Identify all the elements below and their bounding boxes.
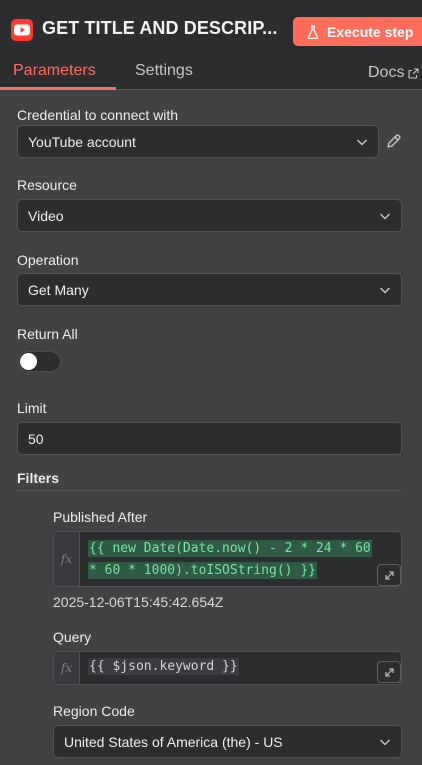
execute-step-label: Execute step — [327, 23, 414, 40]
external-link-icon — [408, 67, 420, 79]
docs-label: Docs — [368, 64, 405, 81]
node-header: GET TITLE AND DESCRIP... Execute step Pa… — [0, 0, 422, 90]
chevron-down-icon — [380, 213, 390, 220]
published-after-result: 2025-12-06T15:45:42.654Z — [53, 594, 224, 610]
expand-icon[interactable] — [377, 661, 401, 683]
published-after-label: Published After — [53, 509, 148, 525]
limit-input[interactable]: 50 — [17, 422, 402, 455]
chevron-down-icon — [357, 139, 367, 146]
expression-text-1: {{ new Date(Date.now() - 2 * 24 * 60 — [88, 540, 372, 557]
limit-label: Limit — [17, 400, 47, 416]
operation-label: Operation — [17, 252, 79, 268]
operation-select[interactable]: Get Many — [17, 273, 402, 306]
fx-icon: fx — [54, 652, 80, 684]
tab-settings[interactable]: Settings — [135, 62, 193, 80]
chevron-down-icon — [380, 287, 390, 294]
pencil-icon[interactable] — [385, 133, 402, 150]
published-after-expression[interactable]: fx {{ new Date(Date.now() - 2 * 24 * 60 … — [53, 531, 402, 587]
expand-icon[interactable] — [377, 564, 401, 586]
limit-value: 50 — [28, 430, 44, 447]
filters-heading: Filters — [17, 470, 60, 486]
credential-value: YouTube account — [28, 133, 136, 150]
query-expression[interactable]: fx {{ $json.keyword }} — [53, 651, 402, 685]
region-code-value: United States of America (the) - US — [64, 733, 283, 750]
toggle-knob — [20, 353, 37, 370]
credential-label: Credential to connect with — [17, 107, 179, 123]
filters-divider — [17, 490, 402, 491]
query-label: Query — [53, 629, 92, 645]
execute-step-button[interactable]: Execute step — [293, 17, 422, 46]
query-text: {{ $json.keyword }} — [88, 658, 239, 675]
operation-value: Get Many — [28, 281, 89, 298]
resource-value: Video — [28, 207, 64, 224]
return-all-toggle[interactable] — [18, 351, 61, 372]
tabs-bar: Parameters Settings Docs — [0, 56, 422, 90]
node-title: GET TITLE AND DESCRIP... — [42, 18, 278, 38]
resource-label: Resource — [17, 177, 77, 193]
tab-parameters[interactable]: Parameters — [13, 62, 96, 80]
expression-text-2: * 60 * 1000).toISOString() }} — [88, 562, 317, 579]
region-code-select[interactable]: United States of America (the) - US — [53, 725, 402, 758]
fx-icon: fx — [54, 532, 80, 586]
youtube-icon — [11, 19, 33, 41]
flask-icon — [307, 24, 319, 39]
chevron-down-icon — [380, 739, 390, 746]
query-code: {{ $json.keyword }} — [88, 656, 239, 678]
resource-select[interactable]: Video — [17, 199, 402, 232]
docs-link[interactable]: Docs — [368, 64, 420, 82]
return-all-label: Return All — [17, 326, 78, 342]
active-tab-indicator — [0, 87, 116, 90]
region-code-label: Region Code — [53, 703, 135, 719]
credential-select[interactable]: YouTube account — [17, 125, 379, 158]
expression-line-2: * 60 * 1000).toISOString() }} — [88, 560, 317, 582]
expression-line-1: {{ new Date(Date.now() - 2 * 24 * 60 — [88, 538, 372, 560]
